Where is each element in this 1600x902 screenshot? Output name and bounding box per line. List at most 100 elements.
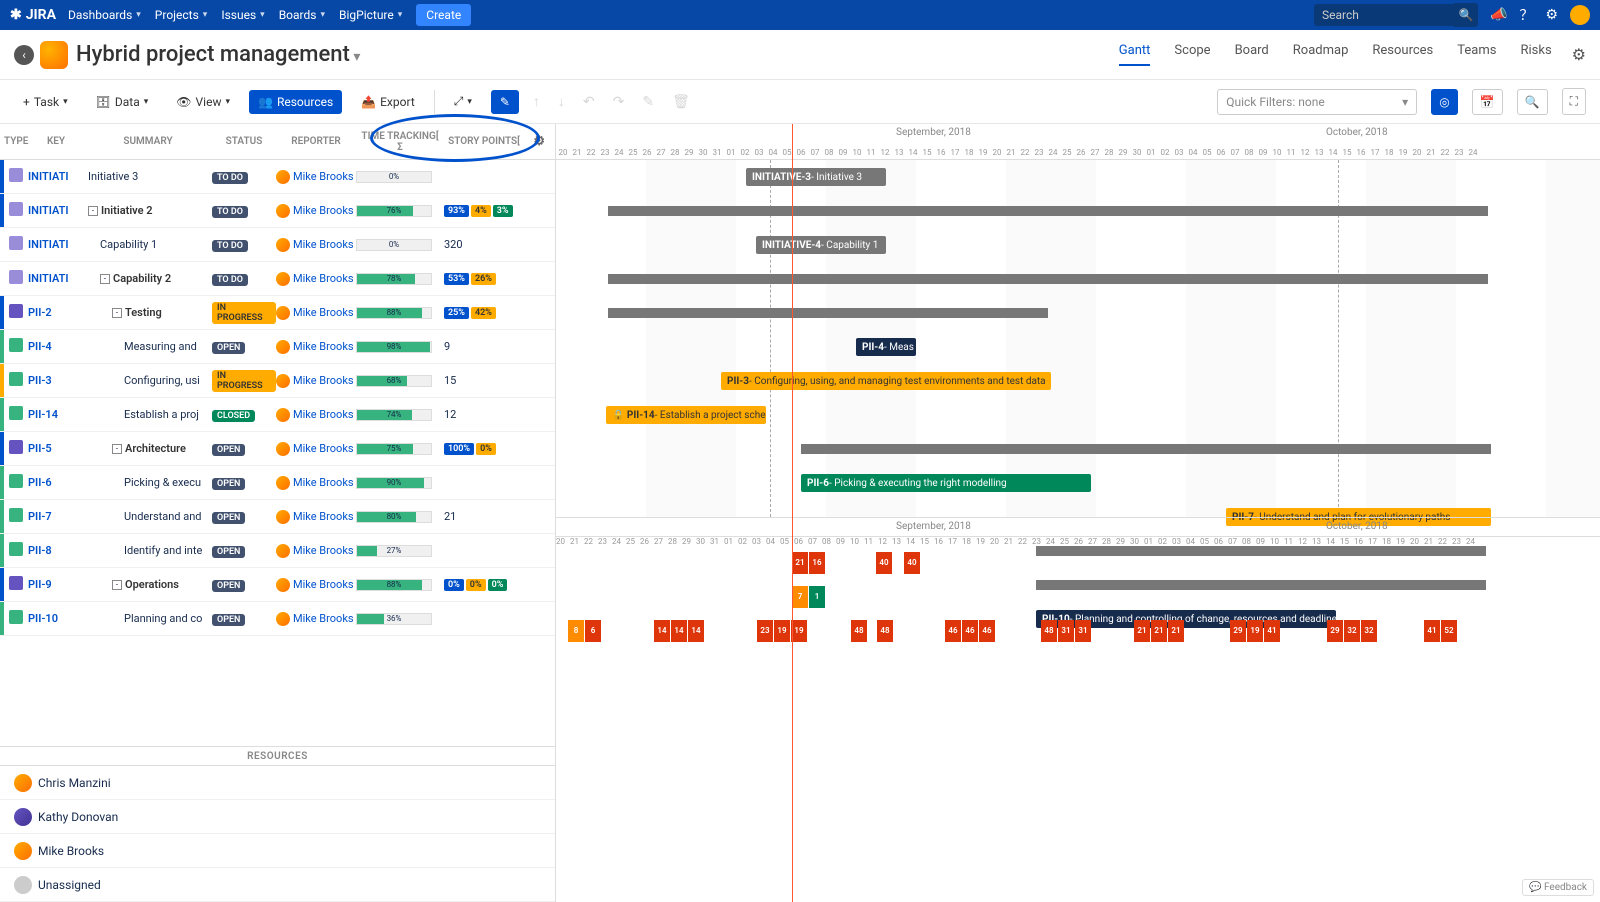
view-button[interactable]: 👁 View ▾ [167, 90, 239, 114]
nav-bigpicture[interactable]: BigPicture [339, 8, 402, 22]
reporter[interactable]: Mike Brooks [276, 612, 356, 626]
resource-row[interactable]: Unassigned [0, 868, 555, 902]
workload-cell[interactable]: 21 [1134, 620, 1150, 642]
issue-key[interactable]: PII-5 [28, 442, 84, 455]
feedback-button[interactable]: 💬 Feedback [1522, 879, 1594, 896]
workload-cell[interactable]: 19 [774, 620, 790, 642]
calendar-button[interactable]: 📅 [1472, 89, 1503, 115]
reporter[interactable]: Mike Brooks [276, 340, 356, 354]
workload-cell[interactable]: 29 [1327, 620, 1343, 642]
user-avatar[interactable] [1570, 5, 1590, 25]
task-button[interactable]: + Task ▾ [14, 90, 77, 114]
quick-filters[interactable]: Quick Filters: none ▾ [1217, 89, 1417, 115]
task-row[interactable]: PII-2 - Testing IN PROGRESS Mike Brooks … [0, 296, 555, 330]
back-button[interactable]: ‹ [14, 45, 34, 65]
reporter[interactable]: Mike Brooks [276, 544, 356, 558]
issue-key[interactable]: PII-9 [28, 578, 84, 591]
workload-cell[interactable]: 32 [1344, 620, 1360, 642]
expand-toggle[interactable]: - [112, 444, 122, 454]
target-button[interactable]: ◎ [1431, 89, 1457, 115]
workload-cell[interactable]: 21 [1151, 620, 1167, 642]
search-button[interactable]: 🔍 [1454, 3, 1478, 27]
workload-cell[interactable]: 48 [1041, 620, 1057, 642]
col-summary[interactable]: SUMMARY [84, 136, 212, 147]
gantt-bar[interactable] [801, 444, 1491, 454]
reporter[interactable]: Mike Brooks [276, 238, 356, 252]
task-row[interactable]: INITIATI Capability 1 TO DO Mike Brooks … [0, 228, 555, 262]
reporter[interactable]: Mike Brooks [276, 306, 356, 320]
workload-cell[interactable]: 14 [688, 620, 704, 642]
workload-cell[interactable]: 21 [792, 552, 808, 574]
tab-gantt[interactable]: Gantt [1119, 43, 1151, 66]
nav-dashboards[interactable]: Dashboards [68, 8, 141, 22]
issue-key[interactable]: PII-4 [28, 340, 84, 353]
workload-cell[interactable]: 16 [809, 552, 825, 574]
col-type[interactable]: TYPE [0, 136, 28, 147]
col-status[interactable]: STATUS [212, 136, 276, 147]
gantt-bar[interactable]: PII-4 - Meas [856, 338, 916, 356]
col-time-tracking[interactable]: TIME TRACKING[ Σ [356, 131, 444, 153]
issue-key[interactable]: PII-8 [28, 544, 84, 557]
gantt-bar[interactable]: INITIATIVE-4 - Capability 1 [756, 236, 886, 254]
workload-cell[interactable]: 40 [876, 552, 892, 574]
task-row[interactable]: PII-9 - Operations OPEN Mike Brooks 88% … [0, 568, 555, 602]
reporter[interactable]: Mike Brooks [276, 442, 356, 456]
workload-cell[interactable]: 46 [962, 620, 978, 642]
workload-cell[interactable]: 8 [568, 620, 584, 642]
expand-toggle[interactable]: - [112, 308, 122, 318]
tab-board[interactable]: Board [1235, 43, 1269, 66]
create-button[interactable]: Create [416, 4, 471, 26]
reporter[interactable]: Mike Brooks [276, 510, 356, 524]
resource-row[interactable]: Mike Brooks [0, 834, 555, 868]
reporter[interactable]: Mike Brooks [276, 476, 356, 490]
tab-resources[interactable]: Resources [1372, 43, 1433, 66]
issue-key[interactable]: PII-6 [28, 476, 84, 489]
issue-key[interactable]: INITIATI [28, 170, 84, 183]
workload-cell[interactable]: 23 [757, 620, 773, 642]
gantt-bar[interactable]: INITIATIVE-3 - Initiative 3 [746, 168, 886, 186]
nav-projects[interactable]: Projects [155, 8, 208, 22]
workload-cell[interactable]: 19 [1247, 620, 1263, 642]
column-settings-icon[interactable]: ⚙ [529, 134, 549, 149]
task-row[interactable]: PII-7 Understand and OPEN Mike Brooks 80… [0, 500, 555, 534]
gantt-chart[interactable]: INITIATIVE-3 - Initiative 3 INITIATIVE-4 … [556, 160, 1600, 517]
task-row[interactable]: INITIATI Initiative 3 TO DO Mike Brooks … [0, 160, 555, 194]
gantt-bar[interactable] [608, 274, 1488, 284]
issue-key[interactable]: PII-2 [28, 306, 84, 319]
workload-cell[interactable]: 52 [1441, 620, 1457, 642]
col-reporter[interactable]: REPORTER [276, 136, 356, 147]
workload-cell[interactable]: 41 [1264, 620, 1280, 642]
workload-cell[interactable]: 46 [945, 620, 961, 642]
tab-risks[interactable]: Risks [1520, 43, 1551, 66]
issue-key[interactable]: PII-7 [28, 510, 84, 523]
workload-cell[interactable]: 48 [851, 620, 867, 642]
project-settings-icon[interactable]: ⚙ [1572, 45, 1586, 64]
tab-roadmap[interactable]: Roadmap [1293, 43, 1349, 66]
task-row[interactable]: PII-4 Measuring and OPEN Mike Brooks 98%… [0, 330, 555, 364]
resource-row[interactable]: Kathy Donovan [0, 800, 555, 834]
help-icon[interactable]: ？ [1519, 5, 1533, 25]
reporter[interactable]: Mike Brooks [276, 374, 356, 388]
settings-icon[interactable]: ⚙ [1545, 7, 1558, 23]
reporter[interactable]: Mike Brooks [276, 204, 356, 218]
jira-logo[interactable]: ✱ JIRA [10, 7, 56, 23]
tab-teams[interactable]: Teams [1457, 43, 1496, 66]
workload-cell[interactable]: 21 [1168, 620, 1184, 642]
gantt-bar[interactable] [608, 308, 1048, 318]
data-button[interactable]: 🗄 Data ▾ [87, 90, 158, 114]
task-row[interactable]: INITIATI - Initiative 2 TO DO Mike Brook… [0, 194, 555, 228]
reporter[interactable]: Mike Brooks [276, 272, 356, 286]
task-row[interactable]: INITIATI - Capability 2 TO DO Mike Brook… [0, 262, 555, 296]
workload-cell[interactable]: 48 [877, 620, 893, 642]
gantt-bar[interactable] [608, 206, 1488, 216]
gantt-bar[interactable]: PII-6 - Picking & executing the right mo… [801, 474, 1091, 492]
workload-cell[interactable]: 7 [792, 586, 808, 608]
workload-cell[interactable]: 6 [585, 620, 601, 642]
issue-key[interactable]: PII-10 [28, 612, 84, 625]
task-row[interactable]: PII-14 Establish a proj CLOSED Mike Broo… [0, 398, 555, 432]
col-key[interactable]: KEY [28, 136, 84, 147]
workload-cell[interactable]: 29 [1230, 620, 1246, 642]
expand-toggle[interactable]: - [112, 580, 122, 590]
workload-cell[interactable]: 1 [809, 586, 825, 608]
workload-cell[interactable]: 31 [1058, 620, 1074, 642]
